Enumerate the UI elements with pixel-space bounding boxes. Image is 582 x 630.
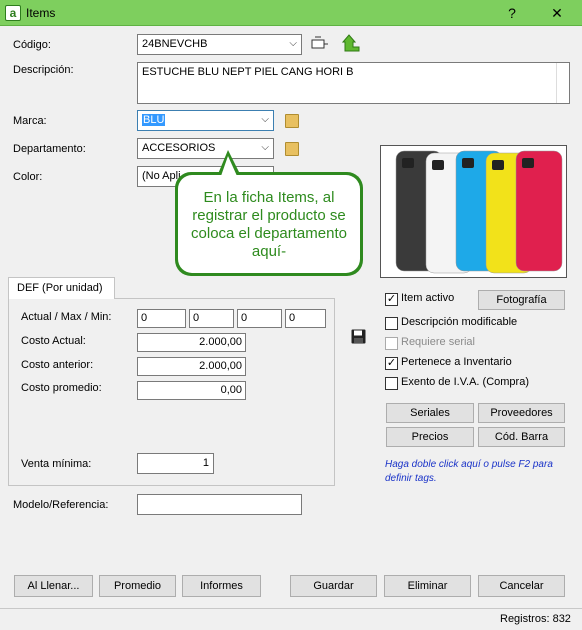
departamento-label: Departamento: xyxy=(13,143,86,155)
costo-anterior-field[interactable]: 2.000,00 xyxy=(137,357,246,376)
phone-camera xyxy=(402,158,414,168)
costo-actual-field[interactable]: 2.000,00 xyxy=(137,333,246,352)
folder-icon[interactable] xyxy=(285,142,299,156)
codigo-value: 24BNEVCHB xyxy=(142,38,208,50)
proveedores-button[interactable]: Proveedores xyxy=(478,403,565,423)
fotografia-button[interactable]: Fotografía xyxy=(478,290,565,310)
phone-camera xyxy=(522,158,534,168)
costo-actual-label: Costo Actual: xyxy=(21,335,86,347)
chevron-down-icon: ⌵ xyxy=(289,38,297,49)
departamento-combo[interactable]: ACCESORIOS ⌵ xyxy=(137,138,274,159)
app-logo-icon: a xyxy=(5,5,21,21)
modelo-field[interactable] xyxy=(137,494,302,515)
pertenece-inventario-label: Pertenece a Inventario xyxy=(401,356,512,368)
lookup-icon[interactable] xyxy=(311,36,329,55)
tab-def-por-unidad[interactable]: DEF (Por unidad) xyxy=(8,277,115,299)
help-button[interactable]: ? xyxy=(501,3,523,23)
phone-camera xyxy=(462,158,474,168)
chevron-down-icon: ⌵ xyxy=(261,142,269,153)
color-label: Color: xyxy=(13,171,43,183)
descripcion-label: Descripción: xyxy=(13,64,74,76)
cancelar-button[interactable]: Cancelar xyxy=(478,575,565,597)
codigo-label: Código: xyxy=(13,39,51,51)
costo-promedio-label: Costo promedio: xyxy=(21,382,102,394)
descripcion-scrollbar[interactable] xyxy=(556,63,569,103)
precio-min-field[interactable]: 0 xyxy=(237,309,282,328)
venta-minima-field[interactable]: 1 xyxy=(137,453,214,474)
chevron-down-icon: ⌵ xyxy=(261,114,269,125)
seriales-button[interactable]: Seriales xyxy=(386,403,474,423)
eliminar-button[interactable]: Eliminar xyxy=(384,575,471,597)
phone-case xyxy=(515,150,563,272)
item-activo-checkbox[interactable]: ✓ xyxy=(385,293,398,306)
descripcion-modificable-checkbox[interactable] xyxy=(385,317,398,330)
registros-count: Registros: 832 xyxy=(500,613,571,625)
phone-camera xyxy=(432,160,444,170)
modelo-label: Modelo/Referencia: xyxy=(13,499,109,511)
cod-barra-button[interactable]: Cód. Barra xyxy=(478,427,565,447)
title-bar xyxy=(0,0,582,26)
guardar-button[interactable]: Guardar xyxy=(290,575,377,597)
exento-iva-checkbox[interactable] xyxy=(385,377,398,390)
venta-minima-label: Venta mínima: xyxy=(21,458,92,470)
marca-label: Marca: xyxy=(13,115,47,127)
marca-value: BLU xyxy=(142,114,166,126)
folder-icon[interactable] xyxy=(285,114,299,128)
marca-combo[interactable]: BLU ⌵ xyxy=(137,110,274,131)
descripcion-field[interactable]: ESTUCHE BLU NEPT PIEL CANG HORI B xyxy=(137,62,570,104)
item-activo-label: Item activo xyxy=(401,292,455,304)
actual-max-min-label: Actual / Max / Min: xyxy=(21,311,112,323)
save-disk-icon[interactable] xyxy=(351,329,366,347)
departamento-value: ACCESORIOS xyxy=(142,142,216,154)
precio-actual-field[interactable]: 0 xyxy=(137,309,186,328)
precio-max-field[interactable]: 0 xyxy=(189,309,234,328)
product-photo[interactable] xyxy=(380,145,567,278)
color-value: (No Apli xyxy=(142,170,181,182)
codigo-combo[interactable]: 24BNEVCHB ⌵ xyxy=(137,34,302,55)
callout-text: En la ficha Items, al registrar el produ… xyxy=(178,175,360,273)
precio-extra-field[interactable]: 0 xyxy=(285,309,326,328)
callout-pointer-fill xyxy=(221,156,237,176)
callout: En la ficha Items, al registrar el produ… xyxy=(175,172,363,276)
costo-promedio-field[interactable]: 0,00 xyxy=(137,381,246,400)
precios-button[interactable]: Precios xyxy=(386,427,474,447)
descripcion-value: ESTUCHE BLU NEPT PIEL CANG HORI B xyxy=(142,66,354,78)
requiere-serial-label: Requiere serial xyxy=(401,336,475,348)
window-title: Items xyxy=(26,6,56,20)
al-llenar-button[interactable]: Al Llenar... xyxy=(14,575,93,597)
close-button[interactable]: ✕ xyxy=(546,3,568,23)
pertenece-inventario-checkbox[interactable]: ✓ xyxy=(385,357,398,370)
status-bar xyxy=(0,608,582,630)
informes-button[interactable]: Informes xyxy=(182,575,261,597)
promedio-button[interactable]: Promedio xyxy=(99,575,176,597)
descripcion-modificable-label: Descripción modificable xyxy=(401,316,518,328)
up-arrow-icon[interactable] xyxy=(341,33,360,56)
phone-camera xyxy=(492,160,504,170)
costo-anterior-label: Costo anterior: xyxy=(21,359,94,371)
requiere-serial-checkbox[interactable] xyxy=(385,337,398,350)
exento-iva-label: Exento de I.V.A. (Compra) xyxy=(401,376,529,388)
tags-hint[interactable]: Haga doble click aquí o pulse F2 para de… xyxy=(385,458,570,486)
